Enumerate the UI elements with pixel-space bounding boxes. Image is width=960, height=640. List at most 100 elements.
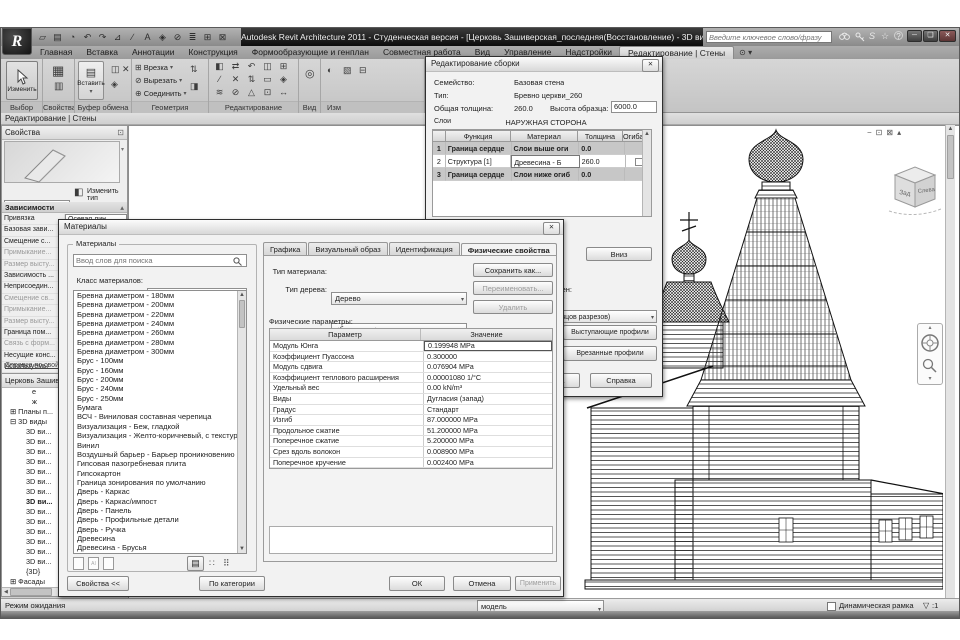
material-item[interactable]: Дверь - Каркас/импост [74,497,238,506]
material-item[interactable]: Гипсокартон [74,469,238,478]
param-row[interactable]: Виды Дугласия (запад) [270,394,552,405]
material-item[interactable]: Винил [74,441,238,450]
delete-button[interactable]: Удалить [473,300,553,314]
close-hidden-windows-icon[interactable]: ⊞ [202,32,213,43]
material-item[interactable]: ВСЧ - Виниловая составная черепица [74,412,238,421]
sample-height-input[interactable]: 6000.0 [611,101,657,113]
save-as-button[interactable]: Сохранить как... [473,263,553,277]
param-row[interactable]: Срез вдоль волокон 0.008900 MPa [270,447,552,458]
list-view-icon[interactable]: ▤ [187,556,204,571]
thin-lines-icon[interactable]: ≣ [187,32,198,43]
ribbon-tab[interactable]: Формообразующие и генплан [245,46,376,59]
ribbon-tab[interactable]: Аннотации [125,46,182,59]
material-item[interactable]: Дверь - Каркас [74,487,238,496]
modify-tool-icon[interactable]: △ [244,87,259,99]
material-item[interactable]: Бревна диаметром - 280мм [74,338,238,347]
search-binoculars-icon[interactable] [839,32,850,43]
modify-tool-icon[interactable]: ⇅ [244,74,259,86]
param-row[interactable]: Градус Стандарт [270,405,552,416]
modify-tool-icon[interactable]: ⊡ [260,87,275,99]
communication-center-icon[interactable]: S [869,31,875,41]
geometry-tool[interactable]: ⊕ Соединить ▾ [135,87,187,100]
scroll-up-icon[interactable]: ▲ [238,291,246,299]
default-3d-view-icon[interactable]: ◈ [157,32,168,43]
copy-icon[interactable]: ◫ [111,64,120,75]
text-icon[interactable]: A [142,32,153,42]
properties-toggle-button[interactable]: Свойства << [67,576,129,591]
search-input[interactable] [706,31,832,43]
navbar-down-icon[interactable]: ▾ [918,375,942,382]
modify-tool-icon[interactable]: ↔ [276,87,291,99]
material-item[interactable]: Брус - 200мм [74,375,238,384]
col-material[interactable]: Материал [511,130,578,142]
col-thickness[interactable]: Толщина [578,130,623,142]
scrollbar-thumb[interactable] [10,588,52,596]
material-editor-tab[interactable]: Визуальный образ [308,242,387,256]
properties-palette-header[interactable]: Свойства ⊡ [2,126,127,140]
help-button[interactable]: Справка [590,373,652,388]
ribbon-tab[interactable]: Вставка [79,46,125,59]
material-editor-tab[interactable]: Идентификация [389,242,460,256]
material-item[interactable]: Брус - 240мм [74,384,238,393]
geometry-tool[interactable]: ⊞ Врезка ▾ [135,61,187,74]
help-icon[interactable]: ? [894,31,903,40]
material-search-input[interactable] [73,254,247,267]
modify-tool-icon[interactable]: ▭ [260,74,275,86]
properties-palette-icon[interactable]: ▦ [52,63,64,79]
3[interactable]: 3 Граница сердце Слои ниже огиб 0.0 [433,168,651,181]
col-function[interactable]: Функция [446,130,511,142]
modify-tool-icon[interactable]: ⊞ [276,61,291,73]
modify-tool-icon[interactable]: ◫ [260,61,275,73]
material-item[interactable]: Бревна диаметром - 240мм [74,319,238,328]
sweeps-button[interactable]: Выступающие профили [563,325,657,340]
modify-button[interactable]: Изменить [6,61,38,100]
material-item[interactable]: Древесина [74,534,238,543]
view-vertical-scrollbar[interactable]: ▲ [945,125,955,598]
scrollbar-thumb[interactable] [947,135,954,179]
param-row[interactable]: Поперечное сжатие 5.200000 MPa [270,436,552,447]
redo-icon[interactable]: ↷ [97,32,108,43]
param-row[interactable]: Продольное сжатие 51.200000 MPa [270,426,552,437]
table-scrollbar[interactable]: ▲ [642,130,651,216]
steering-wheel-icon[interactable] [918,331,942,355]
1[interactable]: 1 Граница сердце Слои выше оги 0.0 [433,142,651,155]
paste-button[interactable]: ▤ Вставить ▾ [78,61,104,100]
material-item[interactable]: Визуализация - Желто-коричневый, с текст… [74,431,238,440]
cancel-button[interactable]: Отмена [453,576,511,591]
modify-tool-icon[interactable]: ◧ [212,61,227,73]
undo-icon[interactable]: ↶ [82,32,93,43]
dynamic-frame-checkbox[interactable] [827,602,836,611]
measure-tool-icon[interactable]: ◐ [327,65,332,75]
modify-tool-icon[interactable]: ↶ [244,61,259,73]
list-scrollbar[interactable]: ▲ ▼ [237,291,246,553]
properties-help-link[interactable]: Справка по свой... [5,362,65,369]
minimize-button[interactable]: ─ [907,30,922,42]
modify-tool-icon[interactable]: ⇄ [228,61,243,73]
apply-button[interactable]: Применить [515,576,561,591]
scroll-up-icon[interactable]: ▲ [946,125,955,133]
ribbon-tab[interactable]: Главная [33,46,79,59]
switch-windows-icon[interactable]: ⊠ [217,32,228,43]
view-restore-icon[interactable]: ⊡ [876,128,883,137]
param-row[interactable]: Поперечное кручение 0.002400 MPa [270,458,552,469]
material-item[interactable]: Визуализация - Беж, гладкой [74,422,238,431]
material-item[interactable]: Брус - 250мм [74,394,238,403]
param-row[interactable]: Коэффициент теплового расширения 0.00001… [270,373,552,384]
small-icons-view-icon[interactable]: ∷ [209,558,215,569]
material-item[interactable]: Бревна диаметром - 200мм [74,300,238,309]
ribbon-tab[interactable]: Конструкция [181,46,244,59]
cut-icon[interactable]: ✕ [122,64,130,75]
viewcube[interactable]: Зад Слева [887,161,943,227]
sync-icon[interactable]: ◔ [67,32,78,42]
by-category-button[interactable]: По категории [199,576,265,591]
modify-tool-icon[interactable]: ⊘ [228,87,243,99]
param-row[interactable]: Модуль Юнга 0.199948 MPa [270,341,552,352]
modify-tool-icon[interactable]: ∕ [212,74,227,86]
material-item[interactable]: Брус - 160мм [74,366,238,375]
down-button[interactable]: Вниз [586,247,652,261]
close-button[interactable]: ✕ [939,30,956,42]
material-editor-tab[interactable]: Графика [263,242,307,256]
zoom-tool-icon[interactable] [921,357,939,375]
geometry-tool[interactable]: ⊘ Вырезать ▾ [135,74,187,87]
close-dialog-icon[interactable]: ✕ [543,222,560,235]
